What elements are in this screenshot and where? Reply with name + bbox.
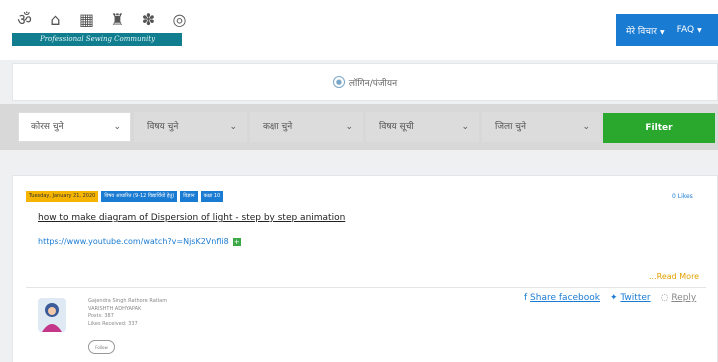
chevron-down-icon: ▼ [697, 27, 702, 34]
likes-count: 0 Likes [672, 193, 693, 200]
avatar[interactable] [38, 298, 66, 332]
author-info: Gajendra Singh Rathore Ratlam VARISHTH A… [88, 298, 167, 328]
reply-button[interactable]: ◌ Reply [661, 293, 697, 303]
post-link[interactable]: https://www.youtube.com/watch?v=NjsK2Vnf… [38, 237, 241, 246]
class-select[interactable]: कक्षा चुने ⌄ [250, 112, 363, 142]
school-icon[interactable]: ▦ [76, 10, 97, 30]
login-bar: ● लॉगिन/पंजीयन [12, 63, 718, 101]
class-badge[interactable]: कक्षा 10 [200, 191, 224, 202]
district-select[interactable]: जिला चुने ⌄ [482, 112, 600, 142]
author-role: VARISHTH ADHYAPAK [88, 305, 142, 312]
follow-button[interactable]: Follow [88, 340, 115, 354]
date-badge: Tuesday, January 21, 2020 [26, 191, 99, 202]
nav-faq[interactable]: FAQ ▼ [677, 25, 702, 35]
chevron-down-icon: ▼ [660, 28, 665, 36]
author-name[interactable]: Gajendra Singh Rathore Ratlam [88, 298, 167, 306]
login-link[interactable]: लॉगिन/पंजीयन [349, 76, 397, 89]
filter-bar: कोरस चुने ⌄ विषय चुने ⌄ कक्षा चुने ⌄ विषय स… [0, 104, 718, 150]
nav-my-thoughts[interactable]: मेरे विचार ▼ [626, 24, 665, 37]
facebook-icon: f [524, 293, 528, 303]
course-select[interactable]: कोरस चुने ⌄ [18, 112, 131, 142]
parliament-icon[interactable]: ♜ [107, 10, 128, 30]
post-card [12, 175, 718, 362]
chevron-down-icon: ⌄ [582, 122, 590, 132]
subject-select[interactable]: विषय चुने ⌄ [134, 112, 247, 142]
chevron-down-icon: ⌄ [229, 122, 237, 132]
topic-list-select[interactable]: विषय सूची ⌄ [366, 112, 479, 142]
globe-icon[interactable]: ◎ [169, 10, 190, 30]
gear-icon[interactable]: ✽ [138, 10, 159, 30]
chevron-down-icon: ⌄ [345, 122, 353, 132]
filter-button[interactable]: Filter [603, 113, 715, 143]
author-likes: Likes Received: 337 [88, 320, 138, 327]
read-more-link[interactable]: ...Read More [649, 272, 699, 281]
divider [26, 287, 706, 288]
comment-icon: ◌ [660, 293, 669, 303]
top-header: ॐ ⌂ ▦ ♜ ✽ ◎ Professional Sewing Communit… [0, 0, 718, 60]
external-link-icon[interactable]: + [232, 237, 241, 246]
chevron-down-icon: ⌄ [113, 122, 121, 132]
category-badge[interactable]: विषय आधारित (9-12 विद्यार्थियों हेतु) [101, 191, 178, 202]
share-facebook-button[interactable]: f Share facebook [524, 293, 600, 303]
twitter-button[interactable]: ✦ Twitter [610, 293, 651, 303]
author-posts: Posts: 387 [88, 313, 114, 319]
twitter-icon: ✦ [610, 293, 618, 303]
category-icons: ॐ ⌂ ▦ ♜ ✽ ◎ [14, 10, 200, 30]
post-actions: f Share facebook ✦ Twitter ◌ Reply [524, 293, 696, 303]
site-logo[interactable]: Professional Sewing Community [12, 33, 182, 46]
spiritual-symbol-icon[interactable]: ॐ [14, 10, 35, 30]
subject-badge[interactable]: विज्ञान [180, 191, 198, 202]
chevron-down-icon: ⌄ [461, 122, 469, 132]
building-icon[interactable]: ⌂ [45, 10, 66, 30]
post-badges: Tuesday, January 21, 2020 विषय आधारित (9… [26, 191, 224, 202]
post-title[interactable]: how to make diagram of Dispersion of lig… [38, 213, 345, 223]
user-icon: ● [332, 76, 345, 88]
main-nav: मेरे विचार ▼ FAQ ▼ [616, 14, 718, 46]
